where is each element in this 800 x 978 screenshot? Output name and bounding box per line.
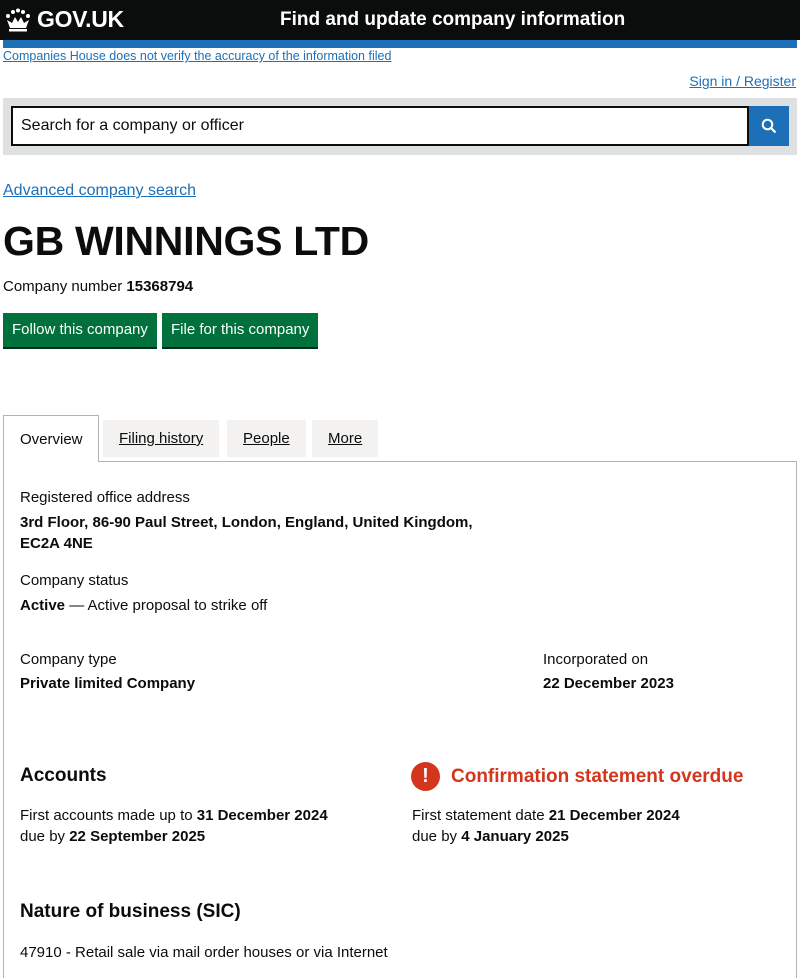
confirmation-due: due by 4 January 2025 [412, 828, 569, 845]
accounts-due: due by 22 September 2025 [20, 828, 205, 845]
company-number-label: Company number [3, 278, 123, 295]
company-type-label: Company type [20, 651, 117, 668]
exclamation-icon: ! [411, 762, 440, 791]
logo-text: GOV.UK [37, 6, 124, 32]
confirmation-due-date: 4 January 2025 [461, 828, 569, 845]
sign-in-link[interactable]: Sign in / Register [689, 73, 796, 89]
tab-label: More [328, 430, 363, 447]
govuk-logo[interactable]: GOV.UK [4, 6, 124, 33]
header-accent-bar [3, 40, 797, 48]
registered-address-label: Registered office address [20, 489, 190, 506]
crown-icon [6, 8, 30, 31]
tab-filing-history[interactable]: Filing history [103, 420, 220, 457]
confirmation-overdue-heading: ! Confirmation statement overdue [411, 762, 743, 791]
accounts-due-date: 22 September 2025 [69, 828, 206, 845]
disclaimer-link[interactable]: Companies House does not verify the accu… [3, 49, 391, 63]
confirmation-overdue-text: Confirmation statement overdue [451, 765, 744, 787]
advanced-search-link[interactable]: Advanced company search [3, 182, 196, 200]
search-bar [3, 98, 797, 155]
accounts-first-prefix: First accounts made up to [20, 807, 197, 824]
follow-company-button[interactable]: Follow this company [3, 313, 157, 347]
status-detail: — Active proposal to strike off [65, 597, 268, 614]
confirmation-first-date: 21 December 2024 [548, 807, 680, 824]
company-name: GB WINNINGS LTD [3, 218, 369, 264]
confirmation-first-prefix: First statement date [412, 807, 549, 824]
accounts-first-date: 31 December 2024 [196, 807, 328, 824]
confirmation-first-statement: First statement date 21 December 2024 [412, 807, 680, 824]
accounts-due-prefix: due by [20, 828, 70, 845]
incorporated-label: Incorporated on [543, 651, 649, 668]
company-type-value: Private limited Company [20, 675, 196, 692]
tab-label: People [243, 430, 290, 447]
tab-more[interactable]: More [312, 420, 379, 457]
registered-address-line2: EC2A 4NE [20, 535, 93, 552]
incorporated-value: 22 December 2023 [543, 675, 674, 692]
tab-label: Filing history [119, 430, 204, 447]
registered-address-line1: 3rd Floor, 86-90 Paul Street, London, En… [20, 514, 473, 531]
search-icon [761, 118, 777, 134]
tab-overview[interactable]: Overview [3, 415, 99, 462]
file-for-company-button[interactable]: File for this company [162, 313, 319, 347]
tab-people[interactable]: People [227, 420, 306, 457]
site-header: GOV.UK Find and update company informati… [0, 0, 800, 40]
status-active: Active [20, 597, 66, 614]
confirmation-due-prefix: due by [412, 828, 462, 845]
sic-item: 47910 - Retail sale via mail order house… [20, 944, 388, 961]
search-input[interactable] [11, 106, 749, 146]
company-status-label: Company status [20, 572, 129, 589]
accounts-heading: Accounts [20, 765, 107, 786]
company-number: Company number 15368794 [3, 278, 193, 295]
sic-heading: Nature of business (SIC) [20, 901, 241, 922]
search-button[interactable] [749, 106, 789, 146]
company-number-value: 15368794 [126, 278, 194, 295]
service-name[interactable]: Find and update company information [280, 9, 625, 31]
accounts-first-made-up: First accounts made up to 31 December 20… [20, 807, 328, 824]
company-status-value: Active — Active proposal to strike off [20, 597, 267, 614]
